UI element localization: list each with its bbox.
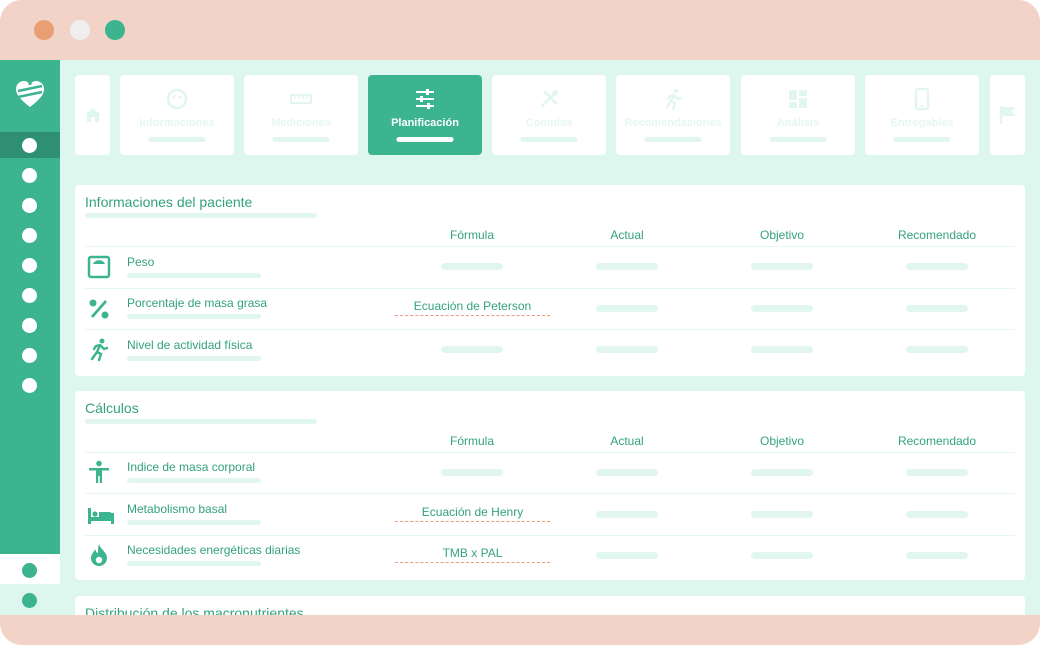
row-label: Peso [127,255,155,269]
objetivo-value[interactable] [751,552,813,559]
objetivo-value[interactable] [751,346,813,353]
calculations-card: Cálculos Fórmula Actual Objetivo Recomen… [75,391,1025,580]
tab-analisis[interactable]: Análisis [741,75,855,155]
recomendado-value[interactable] [906,305,968,312]
sidebar-bottom-item-1[interactable] [22,563,37,578]
tab-label: Informaciones [139,117,215,129]
sidebar-bottom-item-2[interactable] [22,593,37,608]
percent-icon [89,299,109,319]
tab-label: Comidas [525,117,573,129]
card-title: Informaciones del paciente [85,194,253,210]
tab-flag[interactable] [990,75,1025,155]
actual-value[interactable] [596,552,658,559]
app-window: Informaciones Mediciones Planificación C… [0,0,1040,645]
recomendado-value[interactable] [906,346,968,353]
tab-mediciones[interactable]: Mediciones [244,75,358,155]
column-header-recomendado: Recomendado [897,228,977,242]
tab-planificacion[interactable]: Planificación [368,75,482,155]
tab-informaciones[interactable]: Informaciones [120,75,234,155]
sidebar-item-9[interactable] [22,378,37,393]
tab-label: Planificación [391,117,459,129]
tab-home[interactable] [75,75,110,155]
column-header-actual: Actual [610,228,644,242]
column-header-actual: Actual [610,434,644,448]
recomendado-value[interactable] [906,552,968,559]
row-label: Nivel de actividad física [127,338,253,352]
column-header-recomendado: Recomendado [897,434,977,448]
patient-info-card: Informaciones del paciente Fórmula Actua… [75,185,1025,376]
title-bar [0,0,1040,60]
sidebar-bottom [0,554,60,615]
tab-label: Mediciones [271,117,331,129]
sidebar-item-2[interactable] [22,168,37,183]
column-header-formula: Fórmula [449,434,494,448]
objetivo-value[interactable] [751,305,813,312]
column-header-objetivo: Objetivo [759,434,805,448]
row-label: Necesidades energéticas diarias [127,543,301,557]
phone-icon [914,88,930,110]
actual-value[interactable] [596,263,658,270]
running-icon [665,88,683,110]
sidebar-item-6[interactable] [22,288,37,303]
tab-comidas[interactable]: Comidas [492,75,606,155]
objetivo-value[interactable] [751,511,813,518]
home-icon [84,108,101,122]
close-window-button[interactable] [34,20,54,40]
tab-label: Recomendaciones [624,117,722,129]
sidebar-item-8[interactable] [22,348,37,363]
recomendado-value[interactable] [906,263,968,270]
formula-value[interactable] [441,346,503,353]
objetivo-value[interactable] [751,469,813,476]
sidebar-item-1[interactable] [22,138,37,153]
ruler-icon [290,94,312,104]
heart-logo-icon[interactable] [14,78,46,110]
card-title: Cálculos [85,400,139,416]
actual-value[interactable] [596,346,658,353]
card-title: Distribución de los macronutrientes [85,605,304,615]
sliders-icon [416,89,434,109]
main-content: Informaciones Mediciones Planificación C… [60,60,1040,615]
formula-value[interactable] [441,263,503,270]
sidebar-item-4[interactable] [22,228,37,243]
objetivo-value[interactable] [751,263,813,270]
column-header-objetivo: Objetivo [759,228,805,242]
flame-icon [91,544,107,566]
recomendado-value[interactable] [906,511,968,518]
row-label: Metabolismo basal [127,502,228,516]
formula-select[interactable]: TMB x PAL [395,546,550,563]
bed-icon [88,508,114,524]
recomendado-value[interactable] [906,469,968,476]
flag-icon [999,106,1015,124]
utensils-icon [540,90,558,108]
dashboard-icon [789,90,807,108]
sidebar-item-5[interactable] [22,258,37,273]
column-header-formula: Fórmula [449,228,494,242]
sidebar-item-3[interactable] [22,198,37,213]
scale-icon [87,255,111,279]
maximize-window-button[interactable] [105,20,125,40]
tab-label: Entregables [890,117,954,129]
actual-value[interactable] [596,305,658,312]
row-label: Indice de masa corporal [127,460,256,474]
sidebar [0,60,60,615]
minimize-window-button[interactable] [70,20,90,40]
tab-recomendaciones[interactable]: Recomendaciones [616,75,730,155]
tab-entregables[interactable]: Entregables [865,75,979,155]
actual-value[interactable] [596,511,658,518]
running-icon [90,338,109,362]
row-label: Porcentaje de masa grasa [127,296,268,310]
formula-value[interactable] [441,469,503,476]
tab-label: Análisis [776,117,820,129]
macronutrients-card: Distribución de los macronutrientes [75,596,1025,615]
actual-value[interactable] [596,469,658,476]
sidebar-item-7[interactable] [22,318,37,333]
formula-select[interactable]: Ecuación de Peterson [395,299,550,316]
smile-icon [166,88,188,110]
formula-select[interactable]: Ecuación de Henry [395,505,550,522]
person-icon [89,460,109,483]
bottom-frame [0,615,1040,645]
